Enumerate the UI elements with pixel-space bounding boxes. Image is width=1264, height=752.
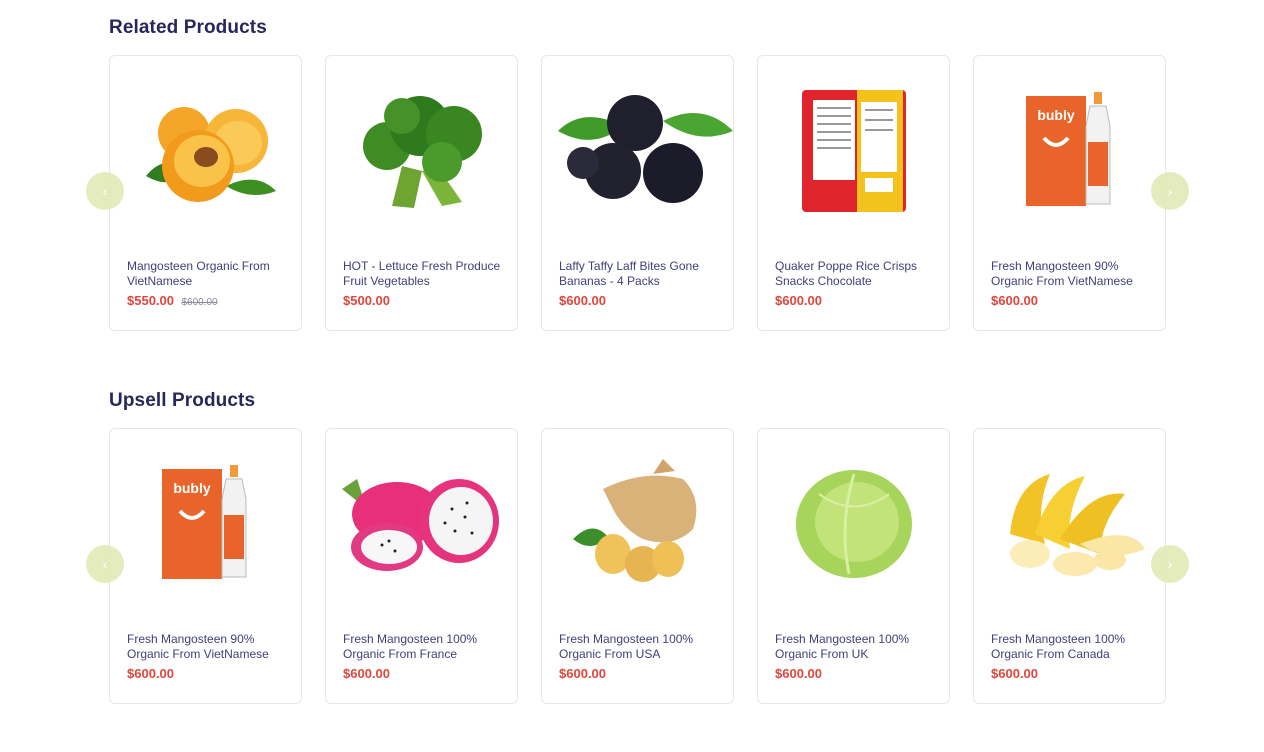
- apricot-image[interactable]: [110, 56, 301, 246]
- product-prices: $600.00: [559, 292, 606, 310]
- upsell-products-title: Upsell Products: [109, 390, 256, 411]
- dragon-fruit-image[interactable]: [326, 429, 517, 619]
- carousel-prev-button[interactable]: ‹: [86, 172, 124, 210]
- product-prices: $550.00 $600.00: [127, 292, 218, 310]
- related-products-section: Related Products Mangosteen Organic From…: [86, 16, 1189, 331]
- product-card[interactable]: Fresh Mangosteen 100% Organic From USA $…: [541, 428, 734, 704]
- banana-image[interactable]: [974, 429, 1165, 619]
- ginger-image[interactable]: [542, 429, 733, 619]
- product-card[interactable]: bubly Fresh Mangosteen 90% Organic From …: [973, 55, 1166, 331]
- acai-berries-image[interactable]: [542, 56, 733, 246]
- related-products-track: Mangosteen Organic From VietNamese $550.…: [109, 55, 1166, 331]
- chevron-left-icon: ‹: [102, 556, 108, 572]
- product-name[interactable]: HOT - Lettuce Fresh Produce Fruit Vegeta…: [343, 259, 503, 289]
- product-card[interactable]: HOT - Lettuce Fresh Produce Fruit Vegeta…: [325, 55, 518, 331]
- product-price: $550.00: [127, 293, 174, 308]
- chevron-left-icon: ‹: [102, 183, 108, 199]
- product-name[interactable]: Fresh Mangosteen 100% Organic From Canad…: [991, 632, 1151, 662]
- product-prices: $600.00: [343, 665, 390, 683]
- cabbage-image[interactable]: [758, 429, 949, 619]
- svg-text:bubly: bubly: [173, 480, 211, 496]
- upsell-products-carousel: bubly Fresh Mangosteen 90% Organic From …: [86, 428, 1189, 704]
- product-card[interactable]: Fresh Mangosteen 100% Organic From UK $6…: [757, 428, 950, 704]
- product-price: $600.00: [127, 666, 174, 681]
- product-name[interactable]: Fresh Mangosteen 100% Organic From UK: [775, 632, 935, 662]
- chevron-right-icon: ›: [1167, 183, 1173, 199]
- product-old-price: $600.00: [181, 297, 218, 308]
- product-price: $600.00: [991, 666, 1038, 681]
- product-card[interactable]: Mangosteen Organic From VietNamese $550.…: [109, 55, 302, 331]
- related-products-carousel: Mangosteen Organic From VietNamese $550.…: [86, 55, 1189, 331]
- bubly-drops-image[interactable]: bubly: [974, 56, 1165, 246]
- product-name[interactable]: Fresh Mangosteen 90% Organic From VietNa…: [127, 632, 287, 662]
- broccoli-image[interactable]: [326, 56, 517, 246]
- upsell-products-track: bubly Fresh Mangosteen 90% Organic From …: [109, 428, 1166, 704]
- bubly-drops-image[interactable]: bubly: [110, 429, 301, 619]
- product-card[interactable]: Quaker Poppe Rice Crisps Snacks Chocolat…: [757, 55, 950, 331]
- product-name[interactable]: Fresh Mangosteen 90% Organic From VietNa…: [991, 259, 1151, 289]
- product-name[interactable]: Fresh Mangosteen 100% Organic From USA: [559, 632, 719, 662]
- product-price: $600.00: [559, 666, 606, 681]
- product-prices: $600.00: [775, 292, 822, 310]
- product-prices: $600.00: [775, 665, 822, 683]
- product-prices: $600.00: [991, 292, 1038, 310]
- product-price: $600.00: [775, 293, 822, 308]
- product-price: $600.00: [775, 666, 822, 681]
- product-name[interactable]: Mangosteen Organic From VietNamese: [127, 259, 287, 289]
- product-prices: $600.00: [127, 665, 174, 683]
- product-card[interactable]: Fresh Mangosteen 100% Organic From Franc…: [325, 428, 518, 704]
- chevron-right-icon: ›: [1167, 556, 1173, 572]
- product-name[interactable]: Quaker Poppe Rice Crisps Snacks Chocolat…: [775, 259, 935, 289]
- upsell-products-section: Upsell Products bubly Fresh Mangosteen 9…: [86, 389, 1189, 704]
- product-card[interactable]: Fresh Mangosteen 100% Organic From Canad…: [973, 428, 1166, 704]
- product-price: $600.00: [559, 293, 606, 308]
- product-price: $600.00: [343, 666, 390, 681]
- product-prices: $600.00: [991, 665, 1038, 683]
- product-price: $600.00: [991, 293, 1038, 308]
- product-name[interactable]: Laffy Taffy Laff Bites Gone Bananas - 4 …: [559, 259, 719, 289]
- product-prices: $600.00: [559, 665, 606, 683]
- product-prices: $500.00: [343, 292, 390, 310]
- product-name[interactable]: Fresh Mangosteen 100% Organic From Franc…: [343, 632, 503, 662]
- snack-bag-image[interactable]: [758, 56, 949, 246]
- product-card[interactable]: bubly Fresh Mangosteen 90% Organic From …: [109, 428, 302, 704]
- carousel-next-button[interactable]: ›: [1151, 545, 1189, 583]
- svg-text:bubly: bubly: [1037, 107, 1075, 123]
- product-card[interactable]: Laffy Taffy Laff Bites Gone Bananas - 4 …: [541, 55, 734, 331]
- carousel-prev-button[interactable]: ‹: [86, 545, 124, 583]
- related-products-title: Related Products: [109, 17, 267, 38]
- product-price: $500.00: [343, 293, 390, 308]
- carousel-next-button[interactable]: ›: [1151, 172, 1189, 210]
